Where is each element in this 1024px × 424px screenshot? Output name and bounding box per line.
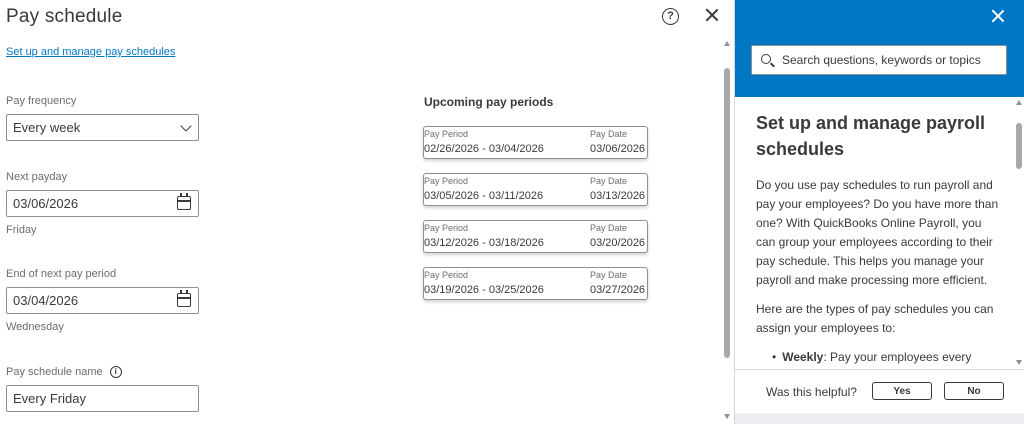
pay-date-label: Pay Date bbox=[590, 176, 628, 186]
pay-date-value: 03/27/2026 bbox=[590, 284, 646, 296]
pay-schedule-types-list: Weekly: Pay your employees every bbox=[756, 348, 1004, 367]
pay-period-range: 02/26/2026 - 03/04/2026 bbox=[424, 143, 544, 155]
pay-date-label: Pay Date bbox=[590, 223, 628, 233]
help-search-box[interactable] bbox=[751, 45, 1007, 75]
feedback-question: Was this helpful? bbox=[766, 385, 857, 399]
next-payday-label: Next payday bbox=[6, 171, 68, 183]
help-panel: Set up and manage payroll schedules Do y… bbox=[734, 0, 1024, 424]
dialog-scrollbar[interactable] bbox=[722, 38, 732, 424]
scrollbar-thumb[interactable] bbox=[724, 68, 730, 358]
scroll-down-arrow-icon[interactable] bbox=[1016, 360, 1022, 365]
article-paragraph: Here are the types of pay schedules you … bbox=[756, 302, 994, 335]
next-payday-input[interactable]: 03/06/2026 bbox=[6, 190, 199, 217]
pay-period-range: 03/19/2026 - 03/25/2026 bbox=[424, 284, 544, 296]
panel-footer-strip bbox=[735, 413, 1024, 424]
pay-period-range: 03/12/2026 - 03/18/2026 bbox=[424, 237, 544, 249]
pay-schedule-dialog: Pay schedule ? Set up and manage pay sch… bbox=[0, 0, 734, 424]
article-title: Set up and manage payroll schedules bbox=[756, 113, 986, 159]
scroll-up-arrow-icon[interactable] bbox=[724, 41, 730, 46]
yes-button[interactable]: Yes bbox=[872, 382, 932, 400]
feedback-bar: Was this helpful? Yes No bbox=[735, 369, 1024, 413]
pay-period-label: Pay Period bbox=[424, 176, 469, 186]
pay-date-value: 03/13/2026 bbox=[590, 190, 646, 202]
schedule-name-value: Every Friday bbox=[13, 391, 86, 406]
end-of-period-value: 03/04/2026 bbox=[13, 293, 79, 308]
pay-period-label: Pay Period bbox=[424, 223, 469, 233]
chevron-down-icon bbox=[180, 120, 192, 132]
bullet-bold: Weekly bbox=[782, 350, 824, 364]
next-payday-weekday: Friday bbox=[6, 224, 37, 236]
schedule-name-label-text: Pay schedule name bbox=[6, 366, 103, 378]
schedule-name-label: Pay schedule name i bbox=[6, 366, 122, 379]
pay-frequency-select[interactable]: Every week bbox=[6, 114, 199, 141]
end-of-period-weekday: Wednesday bbox=[6, 321, 64, 333]
pay-period-card: Pay Period 03/05/2026 - 03/11/2026 Pay Dat… bbox=[423, 173, 648, 206]
list-item: Weekly: Pay your employees every bbox=[772, 348, 1004, 367]
close-icon[interactable] bbox=[703, 6, 721, 24]
pay-date-label: Pay Date bbox=[590, 270, 628, 280]
schedule-name-input[interactable]: Every Friday bbox=[6, 385, 199, 412]
pay-period-card: Pay Period 03/19/2026 - 03/25/2026 Pay Dat… bbox=[423, 267, 648, 300]
help-panel-header bbox=[735, 0, 1024, 97]
no-button[interactable]: No bbox=[944, 382, 1004, 400]
pay-frequency-value: Every week bbox=[13, 120, 81, 135]
pay-date-value: 03/20/2026 bbox=[590, 237, 646, 249]
pay-date-value: 03/06/2026 bbox=[590, 143, 646, 155]
info-icon[interactable]: i bbox=[109, 366, 122, 379]
pay-period-label: Pay Period bbox=[424, 129, 469, 139]
close-icon[interactable] bbox=[990, 8, 1006, 24]
pay-period-range: 03/05/2026 - 03/11/2026 bbox=[424, 190, 544, 202]
pay-period-label: Pay Period bbox=[424, 270, 469, 280]
manage-pay-schedules-link[interactable]: Set up and manage pay schedules bbox=[6, 46, 175, 58]
calendar-icon[interactable] bbox=[177, 290, 191, 307]
calendar-icon[interactable] bbox=[177, 193, 191, 210]
next-payday-value: 03/06/2026 bbox=[13, 196, 79, 211]
article-paragraph: Do you use pay schedules to run payroll … bbox=[756, 178, 999, 287]
bullet-text: : Pay your employees every bbox=[823, 350, 972, 364]
search-icon bbox=[761, 54, 771, 64]
help-article: Set up and manage payroll schedules Do y… bbox=[756, 110, 1004, 368]
help-search-input[interactable] bbox=[782, 46, 1004, 74]
end-of-period-input[interactable]: 03/04/2026 bbox=[6, 287, 199, 314]
pay-date-label: Pay Date bbox=[590, 129, 628, 139]
end-of-period-label: End of next pay period bbox=[6, 268, 117, 280]
pay-period-card: Pay Period 02/26/2026 - 03/04/2026 Pay Dat… bbox=[423, 126, 648, 159]
scroll-down-arrow-icon[interactable] bbox=[724, 414, 730, 419]
pay-period-card: Pay Period 03/12/2026 - 03/18/2026 Pay Dat… bbox=[423, 220, 648, 253]
scroll-up-arrow-icon[interactable] bbox=[1016, 100, 1022, 105]
pay-frequency-label: Pay frequency bbox=[6, 95, 77, 107]
help-scrollbar[interactable] bbox=[1014, 97, 1024, 369]
dialog-title: Pay schedule bbox=[6, 6, 123, 27]
upcoming-periods-title: Upcoming pay periods bbox=[424, 95, 554, 109]
scrollbar-thumb[interactable] bbox=[1016, 123, 1022, 169]
help-icon[interactable]: ? bbox=[662, 8, 679, 25]
